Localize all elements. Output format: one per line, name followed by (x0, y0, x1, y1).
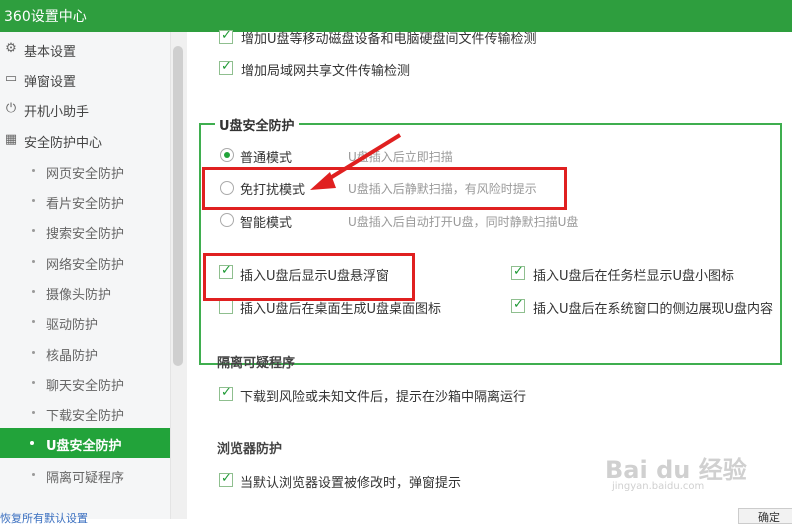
mode-normal-label: 普通模式 (240, 151, 293, 166)
mode-normal-radio[interactable] (220, 148, 234, 162)
quarantine-label: 下载到风险或未知文件后，提示在沙箱中隔离运行 (240, 390, 527, 405)
usb-side-panel-label: 插入U盘后在系统窗口的侧边展现U盘内容 (533, 302, 774, 317)
bullet-icon (32, 320, 35, 323)
sidebar-item-chat-protection[interactable]: 聊天安全防护 (0, 368, 170, 398)
sidebar-item-security-center[interactable]: ▦ 安全防护中心 (0, 125, 170, 155)
browser-protection-title: 浏览器防护 (217, 442, 283, 457)
bullet-icon (32, 351, 35, 354)
sidebar-scrollbar-thumb[interactable] (173, 46, 183, 366)
browser-checkbox[interactable] (219, 471, 233, 487)
baidu-watermark-url: jingyan.baidu.com (612, 481, 705, 492)
sidebar-item-core-protection[interactable]: 核晶防护 (0, 338, 170, 368)
grid-icon: ▦ (4, 132, 18, 147)
bullet-icon (32, 169, 35, 172)
usb-side-panel-checkbox[interactable] (511, 297, 525, 313)
sidebar-item-search-protection[interactable]: 搜索安全防护 (0, 216, 170, 246)
bullet-icon (32, 260, 35, 263)
mode-smart-desc: U盘插入后自动打开U盘，同时静默扫描U盘 (348, 215, 579, 229)
sidebar-item-download-protection[interactable]: 下载安全防护 (0, 398, 170, 428)
bullet-icon (30, 441, 34, 445)
sidebar-item-camera-protection[interactable]: 摄像头防护 (0, 277, 170, 307)
bullet-icon (32, 381, 35, 384)
usb-protection-title: U盘安全防护 (215, 115, 299, 134)
sidebar: ⚙ 基本设置 ▭ 弹窗设置 ⏻ 开机小助手 ▦ 安全防护中心 网页安全防护 看片… (0, 32, 170, 519)
ok-button[interactable]: 确定 (738, 508, 792, 524)
sidebar-item-web-protection[interactable]: 网页安全防护 (0, 156, 170, 186)
usb-disk-transfer-label: 增加U盘等移动磁盘设备和电脑硬盘间文件传输检测 (241, 32, 537, 47)
arrow-annotation (310, 133, 402, 190)
baidu-watermark: Bai du 经验 (605, 456, 747, 484)
restore-defaults-link[interactable]: 恢复所有默认设置 (0, 510, 88, 526)
sidebar-item-usb-protection[interactable]: U盘安全防护 (0, 428, 170, 458)
window-title: 360设置中心 (4, 9, 87, 25)
sidebar-item-driver-protection[interactable]: 驱动防护 (0, 307, 170, 337)
mode-smart-radio[interactable] (220, 213, 234, 227)
usb-taskbar-icon-label: 插入U盘后在任务栏显示U盘小图标 (533, 269, 735, 284)
usb-taskbar-icon-checkbox[interactable] (511, 264, 525, 280)
bullet-icon (32, 290, 35, 293)
arrow-shaft (320, 133, 402, 185)
usb-disk-transfer-checkbox[interactable] (219, 28, 233, 44)
highlight-box-floating-window (203, 253, 415, 301)
mode-smart-label: 智能模式 (240, 216, 293, 231)
gear-icon: ⚙ (5, 41, 17, 56)
bullet-icon (32, 229, 35, 232)
bullet-icon (32, 411, 35, 414)
bullet-icon (32, 473, 35, 476)
lan-share-label: 增加局域网共享文件传输检测 (241, 64, 411, 79)
sidebar-item-basic[interactable]: ⚙ 基本设置 (0, 34, 170, 64)
sidebar-item-quarantine[interactable]: 隔离可疑程序 (0, 460, 170, 490)
sidebar-item-video-protection[interactable]: 看片安全防护 (0, 186, 170, 216)
sidebar-item-startup[interactable]: ⏻ 开机小助手 (0, 94, 170, 124)
power-icon: ⏻ (5, 101, 17, 116)
browser-label: 当默认浏览器设置被修改时，弹窗提示 (240, 476, 462, 491)
sidebar-item-network-protection[interactable]: 网络安全防护 (0, 247, 170, 277)
sidebar-item-popup[interactable]: ▭ 弹窗设置 (0, 64, 170, 94)
quarantine-checkbox[interactable] (219, 385, 233, 401)
bullet-icon (32, 199, 35, 202)
usb-desktop-icon-checkbox[interactable] (219, 300, 233, 314)
lan-share-checkbox[interactable] (219, 59, 233, 75)
quarantine-title: 隔离可疑程序 (217, 356, 296, 371)
window-icon: ▭ (4, 71, 18, 86)
